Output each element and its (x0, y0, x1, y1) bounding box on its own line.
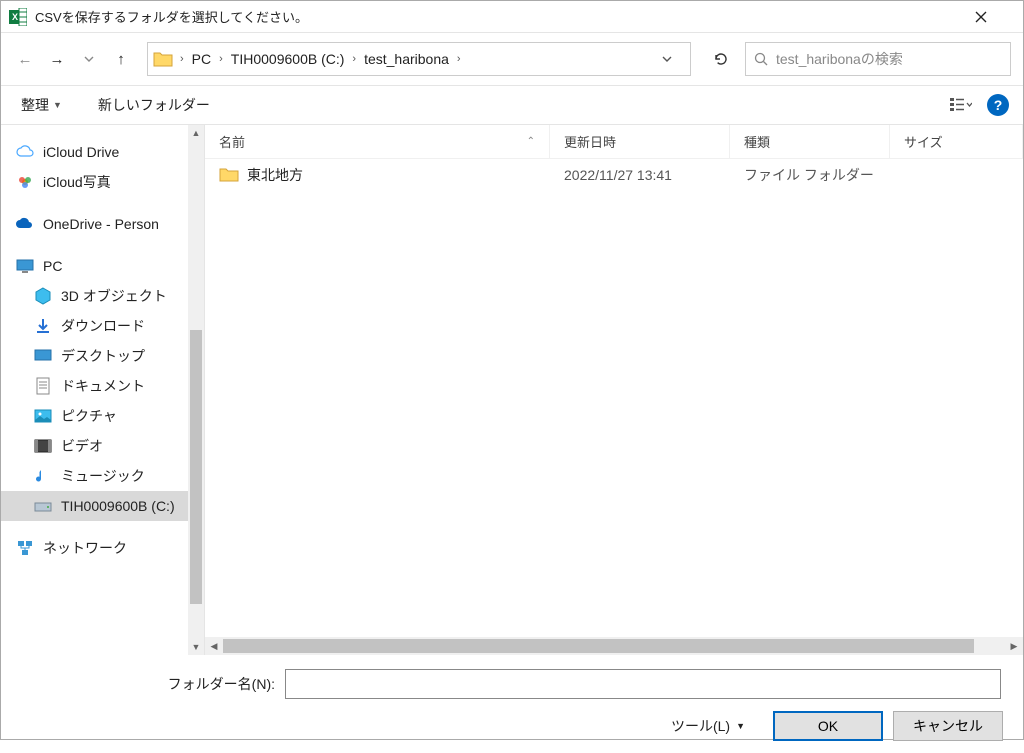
scroll-left-icon[interactable]: ◀ (205, 641, 223, 652)
file-list[interactable]: 東北地方 2022/11/27 13:41 ファイル フォルダー (205, 159, 1023, 637)
col-size[interactable]: サイズ (890, 125, 1023, 158)
folder-name-input[interactable] (285, 669, 1001, 699)
cancel-button[interactable]: キャンセル (893, 711, 1003, 741)
sidebar-item-pc[interactable]: PC (1, 251, 191, 281)
music-icon (33, 466, 53, 486)
3d-icon (33, 286, 53, 306)
onedrive-icon (15, 214, 35, 234)
chevron-right-icon: › (178, 53, 186, 65)
sidebar-item-label: ビデオ (61, 436, 103, 456)
address-dropdown[interactable] (662, 54, 686, 64)
close-button[interactable] (975, 11, 1015, 23)
sidebar-item-label: ミュージック (61, 466, 145, 486)
sidebar-item-label: ピクチャ (61, 406, 117, 426)
chevron-down-icon: ▼ (736, 721, 745, 731)
up-button[interactable]: ↑ (109, 47, 133, 71)
file-pane: 名前⌃ 更新日時 種類 サイズ 東北地方 2022/11/27 13:41 ファ… (205, 125, 1023, 655)
chevron-right-icon: › (350, 53, 358, 65)
sidebar-item-desktop[interactable]: デスクトップ (1, 341, 191, 371)
body: iCloud Drive iCloud写真 OneDrive - Person … (1, 125, 1023, 655)
col-date[interactable]: 更新日時 (550, 125, 730, 158)
sidebar-item-label: TIH0009600B (C:) (61, 498, 175, 514)
navbar: ← → ↑ › PC › TIH0009600B (C:) › test_har… (1, 33, 1023, 85)
view-options-button[interactable] (945, 97, 977, 113)
tools-label: ツール(L) (671, 716, 730, 736)
svg-text:X: X (12, 12, 18, 22)
search-placeholder: test_haribonaの検索 (776, 49, 903, 69)
sidebar-item-videos[interactable]: ビデオ (1, 431, 191, 461)
sidebar-item-label: ダウンロード (61, 316, 145, 336)
scroll-right-icon[interactable]: ▶ (1005, 641, 1023, 652)
sidebar-item-label: PC (43, 258, 62, 274)
breadcrumb-drive[interactable]: TIH0009600B (C:) (225, 47, 351, 71)
desktop-icon (33, 346, 53, 366)
breadcrumb-pc[interactable]: PC (186, 47, 217, 71)
folder-name-label: フォルダー名(N): (15, 674, 285, 694)
document-icon (33, 376, 53, 396)
sidebar-item-music[interactable]: ミュージック (1, 461, 191, 491)
file-row[interactable]: 東北地方 2022/11/27 13:41 ファイル フォルダー (205, 159, 1023, 191)
sidebar-item-onedrive[interactable]: OneDrive - Person (1, 209, 191, 239)
tools-dropdown[interactable]: ツール(L) ▼ (671, 716, 745, 736)
sidebar-item-label: ネットワーク (43, 538, 127, 558)
excel-icon: X (9, 8, 27, 26)
sidebar-item-icloud-photos[interactable]: iCloud写真 (1, 167, 191, 197)
organize-button[interactable]: 整理 ▼ (15, 91, 68, 119)
sidebar-scrollbar[interactable]: ▲ ▼ (188, 125, 204, 655)
footer: フォルダー名(N): ツール(L) ▼ OK キャンセル (1, 655, 1023, 753)
new-folder-button[interactable]: 新しいフォルダー (92, 91, 216, 119)
chevron-right-icon: › (455, 53, 463, 65)
sidebar-item-label: デスクトップ (61, 346, 145, 366)
search-icon (754, 52, 768, 66)
sidebar-item-label: iCloud Drive (43, 144, 119, 160)
ok-button[interactable]: OK (773, 711, 883, 741)
sidebar-item-label: ドキュメント (61, 376, 145, 396)
recent-dropdown[interactable] (77, 47, 101, 71)
address-bar[interactable]: › PC › TIH0009600B (C:) › test_haribona … (147, 42, 691, 76)
photos-icon (15, 172, 35, 192)
download-icon (33, 316, 53, 336)
scroll-up-icon[interactable]: ▲ (188, 125, 204, 141)
cloud-icon (15, 142, 35, 162)
sidebar-item-pictures[interactable]: ピクチャ (1, 401, 191, 431)
titlebar: X CSVを保存するフォルダを選択してください。 (1, 1, 1023, 33)
toolbar: 整理 ▼ 新しいフォルダー ? (1, 85, 1023, 125)
file-type: ファイル フォルダー (730, 165, 890, 185)
pictures-icon (33, 406, 53, 426)
forward-button[interactable]: → (45, 47, 69, 71)
scroll-down-icon[interactable]: ▼ (188, 639, 204, 655)
sidebar-item-drive-c[interactable]: TIH0009600B (C:) (1, 491, 191, 521)
pc-icon (15, 256, 35, 276)
window-title: CSVを保存するフォルダを選択してください。 (35, 7, 975, 26)
col-name[interactable]: 名前⌃ (205, 125, 550, 158)
video-icon (33, 436, 53, 456)
chevron-right-icon: › (217, 53, 225, 65)
column-headers: 名前⌃ 更新日時 種類 サイズ (205, 125, 1023, 159)
sidebar: iCloud Drive iCloud写真 OneDrive - Person … (1, 125, 205, 655)
sidebar-item-documents[interactable]: ドキュメント (1, 371, 191, 401)
breadcrumb-folder[interactable]: test_haribona (358, 47, 455, 71)
back-button[interactable]: ← (13, 47, 37, 71)
refresh-button[interactable] (705, 43, 737, 75)
file-name: 東北地方 (247, 165, 303, 185)
sidebar-item-label: 3D オブジェクト (61, 286, 167, 306)
sidebar-item-label: iCloud写真 (43, 172, 111, 192)
chevron-down-icon: ▼ (53, 100, 62, 110)
sidebar-item-icloud-drive[interactable]: iCloud Drive (1, 137, 191, 167)
drive-icon (33, 496, 53, 516)
sidebar-item-3d-objects[interactable]: 3D オブジェクト (1, 281, 191, 311)
sidebar-item-downloads[interactable]: ダウンロード (1, 311, 191, 341)
search-input[interactable]: test_haribonaの検索 (745, 42, 1011, 76)
sidebar-item-label: OneDrive - Person (43, 216, 159, 232)
col-type[interactable]: 種類 (730, 125, 890, 158)
sidebar-item-network[interactable]: ネットワーク (1, 533, 191, 563)
help-button[interactable]: ? (987, 94, 1009, 116)
folder-icon (219, 167, 239, 183)
horizontal-scrollbar[interactable]: ◀ ▶ (205, 637, 1023, 655)
folder-icon (152, 48, 174, 70)
file-date: 2022/11/27 13:41 (550, 167, 730, 183)
network-icon (15, 538, 35, 558)
organize-label: 整理 (21, 95, 49, 115)
